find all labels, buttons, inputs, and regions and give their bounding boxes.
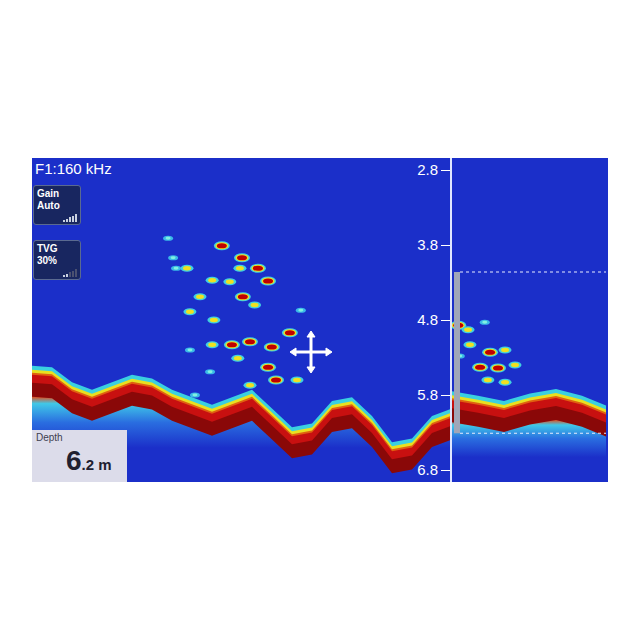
fish-echo: [185, 347, 195, 352]
fish-echo: [264, 343, 280, 352]
fish-echo: [260, 277, 276, 286]
fish-echo: [163, 236, 173, 241]
level-bars-icon: [63, 214, 77, 222]
fish-echo: [235, 292, 251, 301]
fish-echo: [171, 266, 181, 271]
fish-echo: [205, 369, 215, 374]
zoom-chart: [452, 158, 606, 482]
frequency-label: F1:160 kHz: [35, 159, 112, 179]
fish-echo: [509, 362, 522, 369]
sonar-display: F1:160 kHz GainAuto TVG30% 2.8 3.8 4.8 5.8 6.8 D…: [32, 158, 608, 482]
zoom-panel[interactable]: [452, 158, 606, 482]
fish-echo: [490, 364, 506, 373]
fish-echo: [231, 355, 244, 362]
zoom-range-bar[interactable]: [454, 272, 460, 433]
fish-echo: [183, 308, 196, 315]
fish-echo: [482, 348, 498, 357]
fish-echo: [206, 277, 219, 284]
fish-echo: [291, 377, 304, 384]
depth-scale-label: 4.8: [417, 310, 450, 330]
fish-echo: [462, 326, 475, 333]
fish-echo: [233, 265, 246, 272]
depth-scale-label: 3.8: [417, 235, 450, 255]
crosshair-icon[interactable]: [289, 330, 333, 374]
fish-echo: [499, 379, 512, 386]
tvg-box[interactable]: TVG30%: [33, 240, 81, 280]
fish-echo: [190, 392, 200, 397]
gain-box[interactable]: GainAuto: [33, 185, 81, 225]
fish-echo: [250, 264, 266, 273]
depth-scale-label: 2.8: [417, 160, 450, 180]
fish-echo: [168, 255, 178, 260]
fish-echo: [242, 337, 258, 346]
fish-echo: [214, 241, 230, 250]
fish-echo: [260, 363, 276, 372]
fish-echo: [268, 376, 284, 385]
fish-echo: [206, 341, 219, 348]
fish-echo: [480, 320, 490, 325]
fish-echo: [223, 278, 236, 285]
fish-echo: [243, 382, 256, 389]
fish-echo: [463, 341, 476, 348]
bottom-echo: [452, 389, 606, 482]
bottom-echo: [32, 366, 452, 482]
fish-echo: [282, 328, 298, 337]
fish-echo: [481, 377, 494, 384]
fish-echo: [207, 317, 220, 324]
fish-echo: [224, 340, 240, 349]
fish-echo: [499, 347, 512, 354]
fish-echo: [472, 363, 488, 372]
fish-echo: [234, 253, 250, 262]
page: F1:160 kHz GainAuto TVG30% 2.8 3.8 4.8 5.8 6.8 D…: [0, 0, 640, 640]
depth-scale-label: 6.8: [417, 460, 450, 480]
level-bars-icon: [63, 269, 77, 277]
fish-echo: [296, 308, 306, 313]
fish-echo: [180, 265, 193, 272]
depth-scale-label: 5.8: [417, 385, 450, 405]
main-sonar-panel[interactable]: F1:160 kHz GainAuto TVG30% 2.8 3.8 4.8 5.8 6.8 D…: [32, 158, 452, 482]
depth-readout: Depth6.2 m: [32, 430, 127, 482]
fish-echo: [194, 293, 207, 300]
fish-echo: [248, 302, 261, 309]
